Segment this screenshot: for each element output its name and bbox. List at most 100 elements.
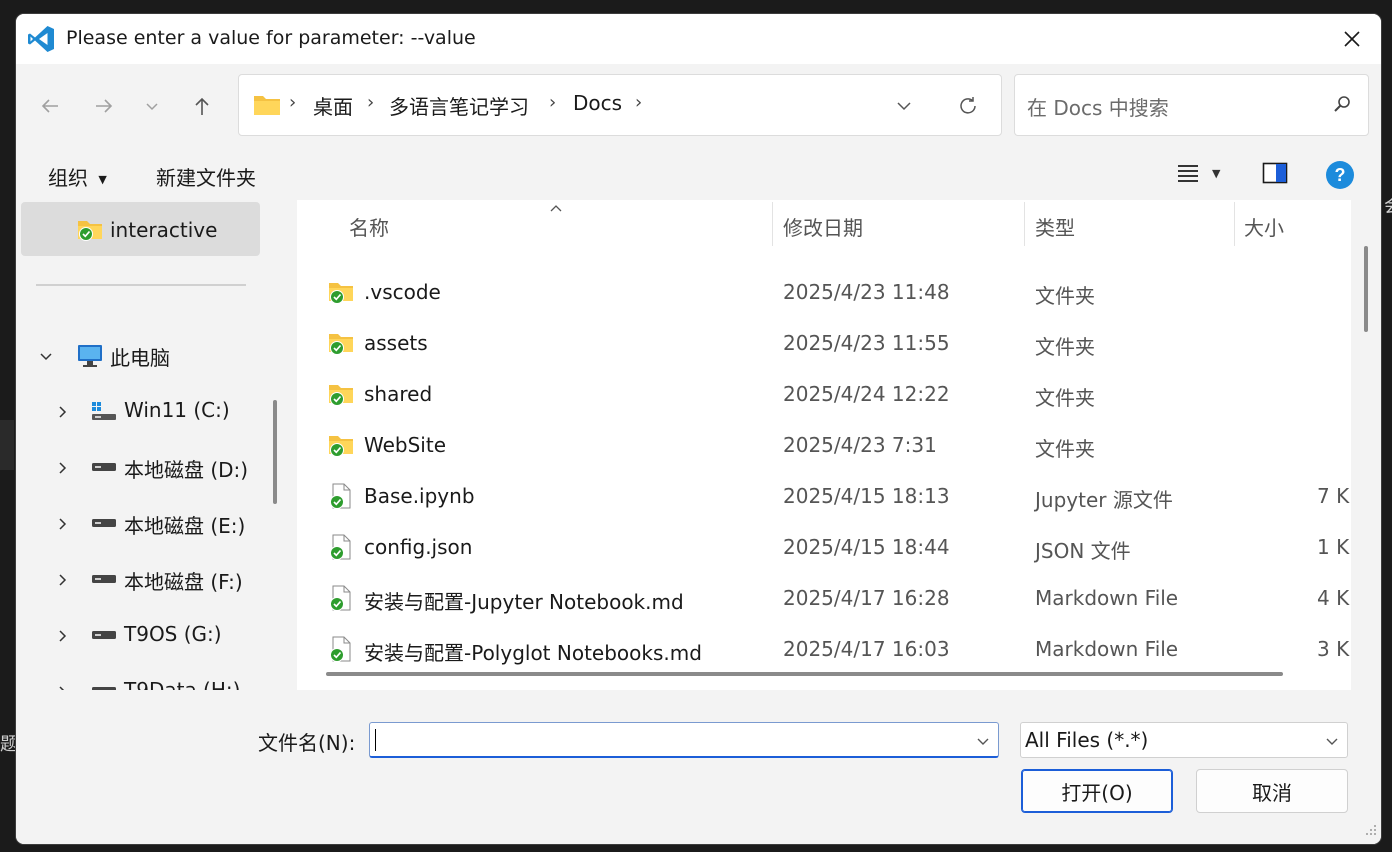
- chevron-right-icon: [54, 404, 70, 420]
- nav-separator: [36, 284, 246, 286]
- column-divider[interactable]: [1024, 202, 1025, 246]
- forward-button[interactable]: [84, 86, 124, 126]
- file-name: 安装与配置-Polyglot Notebooks.md: [364, 641, 702, 665]
- file-row[interactable]: assets 2025/4/23 11:55 文件夹: [297, 317, 1351, 368]
- open-button[interactable]: 打开(O): [1021, 769, 1173, 813]
- column-divider[interactable]: [772, 202, 773, 246]
- file-row[interactable]: 安装与配置-Polyglot Notebooks.md 2025/4/17 16:…: [297, 623, 1351, 674]
- address-history-button[interactable]: [889, 91, 919, 121]
- arrow-right-icon: [96, 99, 113, 113]
- file-type: Jupyter 源文件: [1035, 488, 1173, 512]
- up-button[interactable]: [182, 86, 222, 126]
- sidebar-item-drive-h[interactable]: T9Data (H:): [16, 672, 266, 690]
- cancel-button[interactable]: 取消: [1196, 769, 1348, 813]
- sidebar-item-label: 本地磁盘 (F:): [124, 570, 243, 594]
- sidebar-item-drive-c[interactable]: Win11 (C:): [16, 392, 266, 432]
- folder-icon: [253, 93, 281, 121]
- vscode-logo-icon: [26, 24, 56, 54]
- sort-ascending-icon: [549, 200, 563, 217]
- file-row[interactable]: .vscode 2025/4/23 11:48 文件夹: [297, 266, 1351, 317]
- file-list-horizontal-scrollbar[interactable]: [326, 672, 1283, 676]
- help-button[interactable]: ?: [1325, 160, 1355, 194]
- synced-file-icon: [327, 482, 355, 510]
- list-view-icon: [1178, 165, 1198, 182]
- file-row[interactable]: config.json 2025/4/15 18:44 JSON 文件 1 KB: [297, 521, 1351, 572]
- file-modified-date: 2025/4/15 18:13: [783, 484, 950, 508]
- breadcrumb-item[interactable]: 多语言笔记学习: [389, 91, 529, 120]
- drive-icon: [92, 575, 116, 583]
- computer-icon: [78, 345, 102, 367]
- organize-menu-button[interactable]: 组织 ▼: [48, 162, 107, 191]
- breadcrumb-item[interactable]: Docs: [573, 91, 622, 115]
- chevron-down-icon[interactable]: [976, 733, 990, 752]
- file-row[interactable]: WebSite 2025/4/23 7:31 文件夹: [297, 419, 1351, 470]
- column-header-type[interactable]: 类型: [1035, 212, 1075, 241]
- file-type: JSON 文件: [1035, 539, 1131, 563]
- search-box[interactable]: 在 Docs 中搜索: [1014, 74, 1369, 136]
- chevron-down-icon: [146, 103, 158, 111]
- refresh-button[interactable]: [953, 91, 983, 121]
- file-size: 3 KB: [1317, 637, 1351, 661]
- drive-icon: [92, 463, 116, 471]
- help-icon: ?: [1326, 161, 1354, 189]
- chevron-down-icon: [897, 102, 911, 111]
- quick-access-item[interactable]: interactive: [76, 210, 217, 250]
- background-text-right: 会: [1384, 192, 1392, 218]
- file-name: config.json: [364, 535, 473, 559]
- file-row[interactable]: shared 2025/4/24 12:22 文件夹: [297, 368, 1351, 419]
- file-modified-date: 2025/4/17 16:28: [783, 586, 950, 610]
- file-type: 文件夹: [1035, 437, 1095, 461]
- file-name: .vscode: [364, 280, 441, 304]
- preview-pane-button[interactable]: [1262, 161, 1288, 189]
- file-type: 文件夹: [1035, 335, 1095, 359]
- synced-folder-icon: [327, 278, 355, 306]
- organize-label: 组织: [48, 166, 88, 190]
- file-type-filter-select[interactable]: All Files (*.*): [1020, 722, 1348, 758]
- windows-drive-icon: [92, 402, 116, 420]
- file-list-vertical-scrollbar[interactable]: [1364, 246, 1368, 332]
- new-folder-button[interactable]: 新建文件夹: [156, 162, 256, 191]
- svg-text:?: ?: [1335, 165, 1346, 185]
- column-header-name[interactable]: 名称: [349, 212, 389, 241]
- dropdown-arrow-icon: ▼: [1212, 166, 1221, 180]
- dropdown-arrow-icon: ▼: [98, 173, 107, 186]
- breadcrumb-item[interactable]: 桌面: [313, 91, 353, 120]
- search-icon: [1332, 94, 1352, 118]
- file-row[interactable]: 安装与配置-Jupyter Notebook.md 2025/4/17 16:28…: [297, 572, 1351, 623]
- recent-locations-button[interactable]: [132, 86, 172, 126]
- filename-label: 文件名(N):: [258, 731, 356, 755]
- filename-input[interactable]: [369, 722, 999, 758]
- title-bar: Please enter a value for parameter: --va…: [16, 14, 1381, 64]
- view-options-button[interactable]: ▼: [1176, 162, 1220, 184]
- chevron-right-icon: [54, 628, 70, 644]
- sidebar-item-drive-d[interactable]: 本地磁盘 (D:): [16, 448, 266, 488]
- file-modified-date: 2025/4/23 11:55: [783, 331, 950, 355]
- file-name: Base.ipynb: [364, 484, 475, 508]
- dialog-footer: 文件名(N): All Files (*.*) 打开(O) 取消: [16, 690, 1381, 844]
- file-size: 7 KB: [1317, 484, 1351, 508]
- synced-folder-icon: [327, 380, 355, 408]
- column-header-date[interactable]: 修改日期: [783, 212, 863, 241]
- navigation-scrollbar[interactable]: [273, 400, 277, 504]
- open-file-dialog: Please enter a value for parameter: --va…: [16, 14, 1381, 844]
- file-type: Markdown File: [1035, 637, 1179, 661]
- preview-pane-icon: [1262, 162, 1288, 184]
- file-name: 安装与配置-Jupyter Notebook.md: [364, 590, 684, 614]
- breadcrumb-separator: ›: [289, 92, 297, 113]
- back-button[interactable]: [30, 86, 70, 126]
- sidebar-item-drive-e[interactable]: 本地磁盘 (E:): [16, 504, 266, 544]
- resize-grip-icon[interactable]: [1365, 821, 1377, 840]
- column-divider[interactable]: [1234, 202, 1235, 246]
- close-icon: [1344, 31, 1360, 47]
- address-bar[interactable]: › 桌面 › 多语言笔记学习 › Docs ›: [238, 74, 1002, 136]
- background-sidebar-item: [0, 420, 14, 470]
- sidebar-item-label: 此电脑: [110, 346, 170, 370]
- file-row[interactable]: Base.ipynb 2025/4/15 18:13 Jupyter 源文件 7 KB: [297, 470, 1351, 521]
- close-button[interactable]: [1323, 14, 1381, 64]
- sidebar-item-this-pc[interactable]: 此电脑: [16, 336, 266, 376]
- column-header-size[interactable]: 大小: [1244, 212, 1284, 241]
- dialog-title: Please enter a value for parameter: --va…: [66, 27, 476, 49]
- sidebar-item-drive-f[interactable]: 本地磁盘 (F:): [16, 560, 266, 600]
- file-name: WebSite: [364, 433, 447, 457]
- sidebar-item-drive-g[interactable]: T9OS (G:): [16, 616, 266, 656]
